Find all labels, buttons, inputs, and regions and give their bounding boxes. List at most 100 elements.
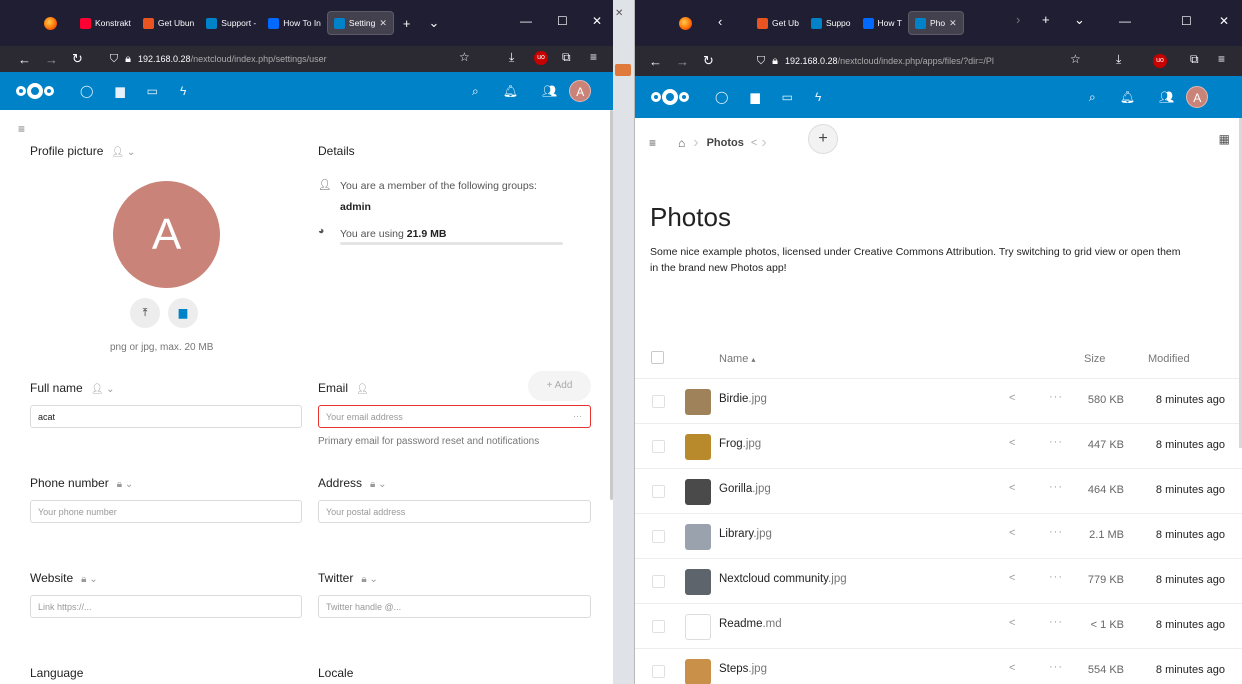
- forward-arrow-icon[interactable]: →: [676, 54, 689, 69]
- back-arrow-icon[interactable]: ←: [18, 52, 31, 67]
- address-input[interactable]: Your postal address: [318, 500, 591, 523]
- tab-1[interactable]: Get Ub: [751, 11, 805, 35]
- share-icon[interactable]: <: [1009, 617, 1015, 629]
- navigation-toggle-icon[interactable]: ≡: [649, 136, 656, 150]
- notifications-bell-icon[interactable]: 🔔︎: [1120, 90, 1135, 104]
- visibility-icon[interactable]: 👤︎: [356, 384, 369, 395]
- menu-icon[interactable]: ≡: [1218, 52, 1225, 66]
- contacts-icon[interactable]: 👥︎: [542, 84, 557, 98]
- more-actions-icon[interactable]: ···: [1049, 481, 1063, 493]
- reload-icon[interactable]: ↻: [703, 53, 714, 69]
- new-tab-icon[interactable]: +: [403, 16, 411, 31]
- user-avatar[interactable]: A: [1186, 86, 1209, 108]
- tab-close-icon[interactable]: ✕: [949, 18, 957, 29]
- visibility-icon[interactable]: 👤︎ ⌄: [91, 384, 115, 395]
- table-row[interactable]: Steps.jpg < ··· 554 KB 8 minutes ago: [635, 648, 1242, 684]
- close-icon[interactable]: ✕: [592, 14, 602, 28]
- maximize-icon[interactable]: ☐: [1181, 14, 1192, 28]
- more-actions-icon[interactable]: ···: [1049, 616, 1063, 628]
- more-actions-icon[interactable]: ···: [1049, 526, 1063, 538]
- table-row[interactable]: Gorilla.jpg < ··· 464 KB 8 minutes ago: [635, 468, 1242, 513]
- phone-input[interactable]: Your phone number: [30, 500, 302, 523]
- tab-5[interactable]: Setting ✕: [326, 11, 394, 35]
- row-checkbox[interactable]: [652, 485, 665, 498]
- file-name[interactable]: Readme.md: [719, 618, 782, 630]
- table-row[interactable]: Frog.jpg < ··· 447 KB 8 minutes ago: [635, 423, 1242, 468]
- email-actions-icon[interactable]: ···: [573, 411, 582, 421]
- new-file-plus-button[interactable]: +: [808, 124, 838, 154]
- breadcrumb-photos[interactable]: Photos: [707, 137, 744, 149]
- file-name[interactable]: Birdie.jpg: [719, 393, 767, 405]
- more-actions-icon[interactable]: ···: [1049, 391, 1063, 403]
- share-icon[interactable]: <: [1009, 572, 1015, 584]
- ublock-icon[interactable]: uo: [1153, 54, 1167, 68]
- tab-4[interactable]: Pho ✕: [907, 11, 964, 35]
- url-bar[interactable]: 192.168.0.28/nextcloud/index.php/setting…: [138, 54, 327, 64]
- more-actions-icon[interactable]: ···: [1049, 436, 1063, 448]
- share-icon[interactable]: <: [1009, 392, 1015, 404]
- back-arrow-icon[interactable]: ←: [649, 54, 662, 69]
- activity-icon[interactable]: ϟ: [815, 90, 821, 104]
- table-row[interactable]: Library.jpg < ··· 2.1 MB 8 minutes ago: [635, 513, 1242, 558]
- bookmark-star-icon[interactable]: ☆: [1070, 52, 1081, 66]
- share-icon[interactable]: <: [751, 137, 757, 149]
- shield-icon[interactable]: ⛉: [110, 53, 118, 66]
- photos-icon[interactable]: ▭: [147, 84, 158, 98]
- table-row[interactable]: Nextcloud community.jpg < ··· 779 KB 8 minut…: [635, 558, 1242, 603]
- tab-3[interactable]: Support -: [200, 11, 262, 35]
- maximize-icon[interactable]: ☐: [557, 14, 568, 28]
- menu-icon[interactable]: ≡: [590, 50, 597, 64]
- search-icon[interactable]: ⌕: [1089, 90, 1096, 105]
- photos-icon[interactable]: ▭: [782, 90, 793, 104]
- email-input[interactable]: Your email address ···: [318, 405, 591, 428]
- lock-visibility-icon[interactable]: 🔒︎ ⌄: [117, 479, 133, 490]
- lock-icon[interactable]: 🔒︎: [125, 53, 131, 66]
- navigation-toggle-icon[interactable]: ≡: [18, 122, 25, 136]
- share-icon[interactable]: <: [1009, 437, 1015, 449]
- column-size[interactable]: Size: [1084, 353, 1105, 365]
- nextcloud-logo[interactable]: [651, 89, 689, 105]
- activity-icon[interactable]: ϟ: [180, 84, 186, 98]
- lock-visibility-icon[interactable]: 🔒︎ ⌄: [370, 479, 386, 490]
- tab-1[interactable]: Konstrakt: [74, 11, 137, 35]
- dashboard-icon[interactable]: ◯: [715, 90, 728, 104]
- tab-2[interactable]: Suppo: [805, 11, 857, 35]
- select-all-checkbox[interactable]: [651, 351, 664, 364]
- file-name[interactable]: Gorilla.jpg: [719, 483, 771, 495]
- minimize-icon[interactable]: —: [1119, 14, 1131, 28]
- tab-list-chevron-icon[interactable]: ⌄: [1074, 12, 1085, 28]
- files-folder-icon[interactable]: ▆: [115, 84, 124, 98]
- file-name[interactable]: Frog.jpg: [719, 438, 761, 450]
- user-avatar[interactable]: A: [569, 80, 592, 102]
- dashboard-icon[interactable]: ◯: [80, 84, 93, 98]
- tab-list-chevron-icon[interactable]: ⌄: [429, 15, 440, 31]
- share-icon[interactable]: <: [1009, 662, 1015, 674]
- column-modified[interactable]: Modified: [1148, 353, 1190, 365]
- files-folder-icon[interactable]: ▆: [750, 90, 759, 104]
- firefox-icon[interactable]: [679, 17, 692, 30]
- row-checkbox[interactable]: [652, 620, 665, 633]
- full-name-input[interactable]: acat: [30, 405, 302, 428]
- more-actions-icon[interactable]: ···: [1049, 571, 1063, 583]
- file-name[interactable]: Nextcloud community.jpg: [719, 573, 847, 585]
- grid-view-icon[interactable]: ▦: [1219, 132, 1230, 146]
- lock-visibility-icon[interactable]: 🔒︎ ⌄: [81, 574, 97, 585]
- minimize-icon[interactable]: —: [520, 14, 532, 28]
- file-name[interactable]: Steps.jpg: [719, 663, 767, 675]
- website-input[interactable]: Link https://...: [30, 595, 302, 618]
- notifications-bell-icon[interactable]: 🔔︎: [503, 84, 518, 98]
- visibility-icon[interactable]: 👤︎ ⌄: [111, 147, 135, 158]
- share-icon[interactable]: <: [1009, 482, 1015, 494]
- lock-icon[interactable]: 🔒︎: [772, 55, 778, 68]
- twitter-input[interactable]: Twitter handle @...: [318, 595, 591, 618]
- home-icon[interactable]: ⌂: [678, 136, 685, 150]
- file-name[interactable]: Library.jpg: [719, 528, 772, 540]
- download-icon[interactable]: ⤓: [509, 50, 514, 65]
- tab-scroll-left-icon[interactable]: ‹: [718, 14, 722, 29]
- table-row[interactable]: Birdie.jpg < ··· 580 KB 8 minutes ago: [635, 378, 1242, 423]
- nextcloud-logo[interactable]: [16, 83, 54, 99]
- extensions-icon[interactable]: ⧉: [1190, 52, 1199, 67]
- add-email-button[interactable]: + Add: [528, 371, 591, 401]
- tab-close-icon[interactable]: ✕: [379, 18, 387, 29]
- row-checkbox[interactable]: [652, 395, 665, 408]
